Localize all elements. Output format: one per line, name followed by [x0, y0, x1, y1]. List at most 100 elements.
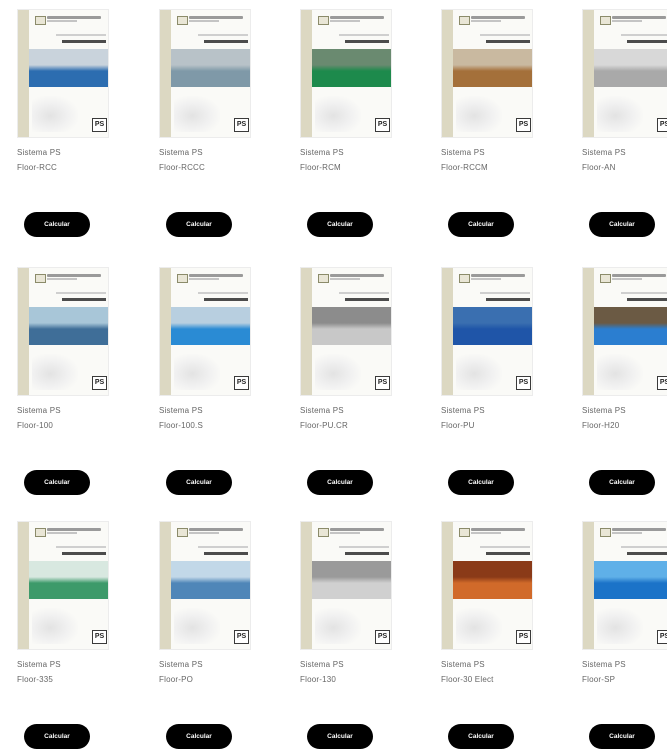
product-catalog-cover[interactable]: PS: [301, 522, 391, 649]
product-name-line2: Floor-RCC: [17, 163, 58, 172]
brand-logo-icon: [600, 274, 611, 283]
product-name: Sistema PS Floor-AN: [582, 145, 667, 175]
cover-subtitle: [204, 552, 248, 555]
ps-badge-icon: PS: [657, 630, 667, 644]
product-catalog-cover[interactable]: PS: [583, 268, 667, 395]
cover-subtitle-rule: [480, 292, 530, 294]
calcular-button[interactable]: Calcular: [166, 470, 232, 495]
floor-photo: [594, 307, 667, 345]
product-name-line2: Floor-H20: [582, 421, 620, 430]
product-catalog-cover[interactable]: PS: [18, 10, 108, 137]
product-name-line2: Floor-30 Elect: [441, 675, 494, 684]
product-catalog-cover[interactable]: PS: [442, 10, 532, 137]
calcular-button[interactable]: Calcular: [166, 212, 232, 237]
brand-logo-icon: [600, 16, 611, 25]
cover-subtitle: [62, 40, 106, 43]
brand-logo-wordmark: [612, 274, 666, 277]
calcular-button[interactable]: Calcular: [24, 470, 90, 495]
product-catalog-cover[interactable]: PS: [301, 268, 391, 395]
product-catalog-cover[interactable]: PS: [160, 522, 250, 649]
cover-subtitle-rule: [621, 34, 667, 36]
brand-logo-icon: [318, 16, 329, 25]
brand-logo-wordmark: [189, 16, 243, 19]
calcular-button[interactable]: Calcular: [307, 724, 373, 749]
cover-subtitle: [627, 298, 667, 301]
ps-badge-icon: PS: [234, 630, 249, 644]
cover-subtitle: [345, 552, 389, 555]
calcular-button[interactable]: Calcular: [307, 470, 373, 495]
brand-logo-tagline: [189, 20, 219, 22]
calcular-button[interactable]: Calcular: [307, 212, 373, 237]
brand-logo-tagline: [47, 278, 77, 280]
product-catalog-cover[interactable]: PS: [160, 268, 250, 395]
brand-logo-icon: [177, 16, 188, 25]
cover-subtitle: [486, 40, 530, 43]
cover-watermark: [32, 608, 78, 644]
calcular-button[interactable]: Calcular: [448, 724, 514, 749]
product-name-line1: Sistema PS: [582, 148, 626, 157]
ps-badge-icon: PS: [92, 630, 107, 644]
calcular-button[interactable]: Calcular: [24, 212, 90, 237]
cover-subtitle-rule: [56, 34, 106, 36]
product-name-line1: Sistema PS: [300, 660, 344, 669]
floor-photo: [29, 307, 108, 345]
cover-watermark: [456, 354, 502, 390]
brand-logo-wordmark: [612, 528, 666, 531]
brand-logo-tagline: [471, 278, 501, 280]
product-catalog-cover[interactable]: PS: [18, 268, 108, 395]
product-catalog-cover[interactable]: PS: [442, 522, 532, 649]
product-name-line1: Sistema PS: [300, 406, 344, 415]
brand-logo-wordmark: [330, 528, 384, 531]
calcular-button[interactable]: Calcular: [448, 212, 514, 237]
floor-photo: [453, 561, 532, 599]
brand-logo-icon: [459, 528, 470, 537]
product-name-line1: Sistema PS: [17, 660, 61, 669]
calcular-button[interactable]: Calcular: [448, 470, 514, 495]
calcular-button[interactable]: Calcular: [589, 724, 655, 749]
calcular-button[interactable]: Calcular: [166, 724, 232, 749]
cover-subtitle-rule: [198, 292, 248, 294]
cover-subtitle: [486, 552, 530, 555]
calcular-button[interactable]: Calcular: [589, 470, 655, 495]
calcular-button[interactable]: Calcular: [24, 724, 90, 749]
product-catalog-cover[interactable]: PS: [583, 522, 667, 649]
product-name-line1: Sistema PS: [17, 406, 61, 415]
brand-logo-tagline: [612, 532, 642, 534]
product-catalog-cover[interactable]: PS: [442, 268, 532, 395]
product-name-line2: Floor-SP: [582, 675, 616, 684]
cover-side-strip: [583, 268, 594, 395]
calcular-button[interactable]: Calcular: [589, 212, 655, 237]
cover-subtitle-rule: [480, 34, 530, 36]
floor-photo: [171, 561, 250, 599]
cover-subtitle-rule: [339, 546, 389, 548]
cover-side-strip: [583, 522, 594, 649]
ps-badge-icon: PS: [657, 376, 667, 390]
product-name: Sistema PS Floor-RCCM: [441, 145, 531, 175]
ps-badge-icon: PS: [92, 376, 107, 390]
product-catalog-cover[interactable]: PS: [160, 10, 250, 137]
cover-watermark: [315, 354, 361, 390]
product-name-line2: Floor-RCM: [300, 163, 341, 172]
cover-side-strip: [160, 268, 171, 395]
brand-logo-icon: [35, 274, 46, 283]
cover-watermark: [597, 354, 643, 390]
brand-logo-icon: [459, 274, 470, 283]
product-name-line2: Floor-130: [300, 675, 337, 684]
cover-watermark: [597, 96, 643, 132]
product-name: Sistema PS Floor-335: [17, 657, 107, 687]
brand-logo-tagline: [471, 20, 501, 22]
product-name-line1: Sistema PS: [300, 148, 344, 157]
ps-badge-icon: PS: [516, 630, 531, 644]
cover-side-strip: [18, 10, 29, 137]
brand-logo-wordmark: [330, 274, 384, 277]
product-catalog-cover[interactable]: PS: [18, 522, 108, 649]
product-catalog-cover[interactable]: PS: [583, 10, 667, 137]
ps-badge-icon: PS: [234, 118, 249, 132]
product-name-line1: Sistema PS: [441, 406, 485, 415]
cover-subtitle-rule: [339, 34, 389, 36]
product-name-line2: Floor-100: [17, 421, 54, 430]
product-name-line2: Floor-AN: [582, 163, 616, 172]
product-catalog-cover[interactable]: PS: [301, 10, 391, 137]
product-name-line1: Sistema PS: [159, 148, 203, 157]
brand-logo-wordmark: [47, 16, 101, 19]
